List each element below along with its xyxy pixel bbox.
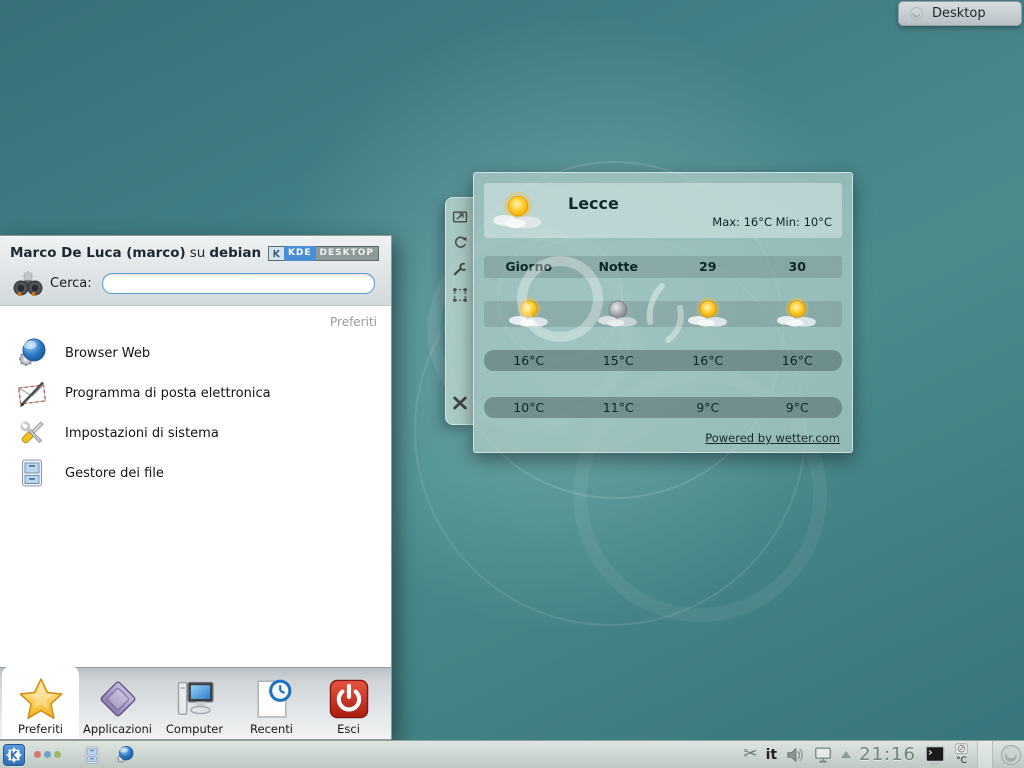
cashew-icon [909, 6, 924, 21]
weather-condition-icons [484, 301, 842, 327]
kickoff-tab-bar: Preferiti Applicazioni Computer Recenti … [0, 667, 391, 739]
night-temp: 10°C [484, 397, 574, 418]
day-temp: 16°C [484, 350, 574, 371]
search-input[interactable] [102, 273, 375, 294]
day-temp: 16°C [753, 350, 843, 371]
sun-clouds-icon [776, 294, 818, 330]
recent-documents-icon [250, 677, 294, 721]
browser-launcher-icon[interactable] [115, 745, 135, 765]
rotate-icon[interactable] [452, 235, 468, 251]
star-icon [19, 677, 63, 721]
weather-night-temps: 10°C 11°C 9°C 9°C [484, 397, 842, 418]
column-header: Giorno [484, 256, 574, 278]
weather-credit-link[interactable]: Powered by wetter.com [705, 431, 840, 445]
close-icon[interactable] [452, 395, 468, 411]
power-icon [327, 677, 371, 721]
resize-icon[interactable] [452, 209, 468, 225]
kde-desktop-badge: KDE DESKTOP [268, 246, 379, 261]
favorite-item-system-settings[interactable]: Impostazioni di sistema [0, 413, 391, 453]
computer-icon [173, 677, 217, 721]
digital-clock[interactable]: 21:16 [859, 744, 916, 765]
plasmoid-handle[interactable] [445, 197, 474, 425]
tab-applicazioni[interactable]: Applicazioni [79, 668, 156, 739]
globe-browser-icon [16, 337, 48, 369]
desktop-toolbox[interactable]: Desktop [898, 1, 1022, 26]
terminal-icon[interactable] [924, 744, 946, 766]
search-binoculars-icon [12, 268, 44, 300]
pager-dot-red[interactable] [34, 751, 41, 758]
panel-cashew-icon[interactable] [999, 743, 1023, 767]
favorite-item-file-manager[interactable]: Gestore dei file [0, 453, 391, 493]
pager-dot-blue[interactable] [44, 751, 51, 758]
weather-city: Lecce [568, 194, 619, 213]
user-name: Marco De Luca (marco) [10, 245, 186, 261]
kickoff-favorites-view: Preferiti Browser Web Programma di posta… [0, 306, 391, 667]
badge-kde-label: KDE [284, 246, 316, 261]
kickoff-launcher: Marco De Luca (marco)sudebian KDE DESKTO… [0, 235, 392, 740]
favorite-item-mail[interactable]: Programma di posta elettronica [0, 373, 391, 413]
desktop-toolbox-label: Desktop [932, 6, 986, 21]
moon-clouds-icon [597, 294, 639, 330]
weather-column-headers: Giorno Notte 29 30 [484, 256, 842, 278]
weather-minmax: Max: 16°C Min: 10°C [712, 215, 832, 229]
desktop-pager[interactable] [34, 751, 61, 758]
network-monitor-icon[interactable] [813, 745, 833, 765]
search-label: Cerca: [50, 276, 92, 291]
night-temp: 9°C [753, 397, 843, 418]
keyboard-layout-indicator[interactable]: it [766, 747, 778, 763]
kde-menu-button[interactable] [3, 744, 25, 766]
host-name: debian [209, 245, 261, 261]
user-title: Marco De Luca (marco)sudebian [10, 245, 261, 261]
sun-clouds-icon [492, 187, 544, 233]
pager-dot-green[interactable] [54, 751, 61, 758]
favorite-label: Browser Web [65, 346, 150, 361]
badge-desktop-label: DESKTOP [316, 246, 378, 261]
tab-computer[interactable]: Computer [156, 668, 233, 739]
title-connector: su [190, 245, 206, 261]
favorite-label: Impostazioni di sistema [65, 426, 219, 441]
applications-icon [96, 677, 140, 721]
volume-icon[interactable] [785, 745, 805, 765]
tray-expander-icon[interactable] [841, 751, 851, 758]
column-header: 29 [663, 256, 753, 278]
night-temp: 9°C [663, 397, 753, 418]
day-temp: 15°C [574, 350, 664, 371]
weather-unit-label: °C [956, 757, 967, 766]
favorite-label: Programma di posta elettronica [65, 386, 271, 401]
favorite-item-browser-web[interactable]: Browser Web [0, 333, 391, 373]
bottom-panel: ✂ it 21:16 °C [0, 740, 1024, 768]
sun-clouds-icon [687, 294, 729, 330]
kickoff-header: Marco De Luca (marco)sudebian KDE DESKTO… [0, 236, 391, 306]
system-settings-icon [16, 417, 48, 449]
clipboard-scissors-icon[interactable]: ✂ [743, 746, 757, 763]
night-temp: 11°C [574, 397, 664, 418]
maximize-icon[interactable] [452, 287, 468, 303]
panel-spacer [977, 741, 993, 768]
file-manager-launcher-icon[interactable] [82, 745, 102, 765]
weather-day-temps: 16°C 15°C 16°C 16°C [484, 350, 842, 371]
column-header: 30 [753, 256, 843, 278]
section-label: Preferiti [0, 306, 391, 333]
day-temp: 16°C [663, 350, 753, 371]
kde-gear-icon [5, 746, 23, 764]
file-manager-icon [16, 457, 48, 489]
weather-widget: Lecce Max: 16°C Min: 10°C Giorno Notte 2… [473, 172, 853, 453]
kde-logo-icon [269, 247, 284, 260]
sun-clouds-icon [508, 294, 550, 330]
tab-preferiti[interactable]: Preferiti [2, 666, 79, 739]
configure-icon[interactable] [452, 261, 468, 277]
favorite-label: Gestore dei file [65, 466, 164, 481]
weather-header: Lecce Max: 16°C Min: 10°C [484, 183, 842, 238]
mail-icon [16, 377, 48, 409]
panel-weather-widget[interactable]: °C [954, 743, 969, 766]
tab-esci[interactable]: Esci [310, 668, 387, 739]
column-header: Notte [574, 256, 664, 278]
weather-unavailable-icon [954, 743, 969, 756]
tab-recenti[interactable]: Recenti [233, 668, 310, 739]
